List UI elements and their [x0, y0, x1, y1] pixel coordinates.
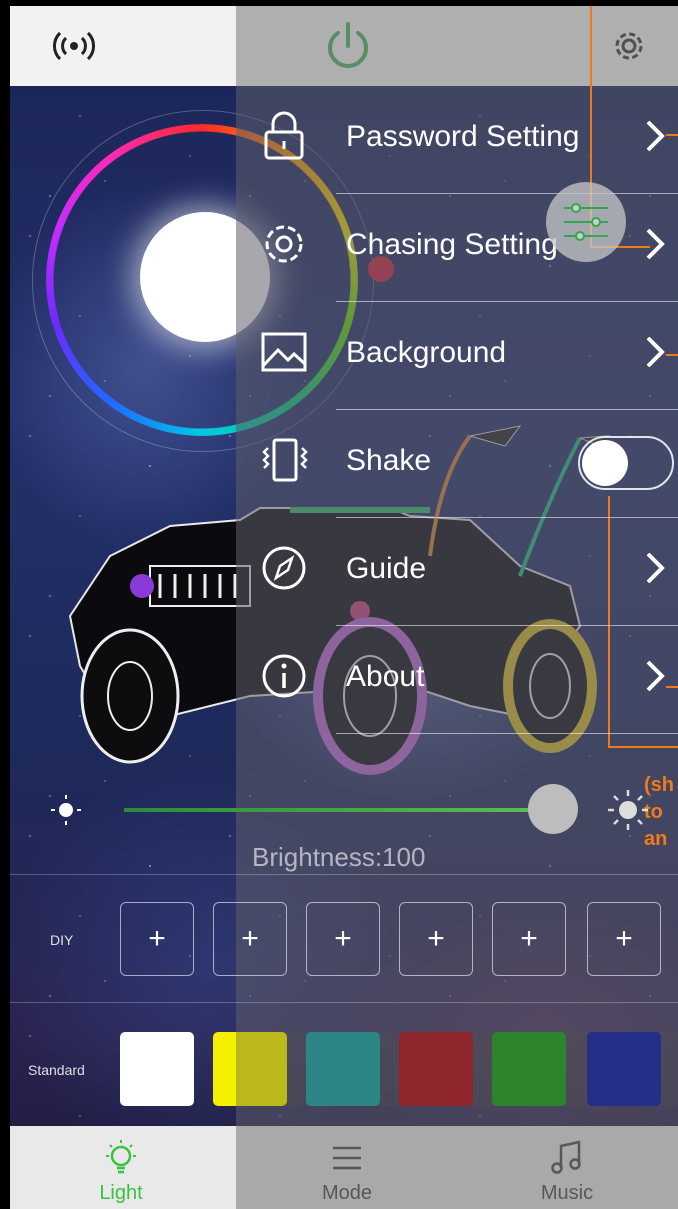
menu-divider — [336, 733, 678, 734]
color-swatch-green[interactable] — [492, 1032, 566, 1106]
app-screen: (sh to an Password Setting Chasing Setti… — [10, 6, 678, 1209]
divider — [10, 1002, 678, 1003]
annotation-line — [608, 746, 678, 748]
menu-item-about[interactable]: About — [236, 626, 678, 734]
diy-label: DIY — [50, 932, 74, 948]
chevron-right-icon — [646, 228, 665, 260]
info-icon — [262, 654, 306, 698]
diy-add-button[interactable]: + — [492, 902, 566, 976]
chasing-settings-floating-button[interactable] — [546, 182, 626, 262]
broadcast-icon[interactable] — [46, 22, 102, 70]
color-swatch-red[interactable] — [399, 1032, 473, 1106]
divider — [10, 874, 678, 875]
diy-add-button[interactable]: + — [120, 902, 194, 976]
menu-item-label: Password Setting — [346, 120, 580, 153]
lock-icon — [264, 111, 304, 160]
gear-icon — [265, 225, 303, 263]
menu-item-password-setting[interactable]: Password Setting — [236, 86, 678, 194]
tab-bar-dim — [236, 1126, 678, 1209]
menu-item-label: Guide — [346, 552, 427, 585]
brightness-label: Brightness:100 — [252, 842, 426, 872]
toggle-knob — [582, 440, 628, 486]
shake-phone-icon — [262, 438, 308, 482]
color-swatch-cyan[interactable] — [306, 1032, 380, 1106]
sliders-icon — [564, 203, 608, 241]
color-swatch-white[interactable] — [120, 1032, 194, 1106]
menu-item-label: Shake — [346, 444, 432, 477]
diy-add-button[interactable]: + — [587, 902, 661, 976]
color-swatch-yellow[interactable] — [213, 1032, 287, 1106]
shake-toggle[interactable] — [578, 436, 674, 490]
brightness-slider[interactable] — [124, 808, 544, 812]
menu-item-label: About — [346, 660, 425, 693]
chevron-right-icon — [646, 120, 665, 152]
diy-add-button[interactable]: + — [306, 902, 380, 976]
color-swatch-blue[interactable] — [587, 1032, 661, 1106]
image-icon — [261, 332, 307, 372]
compass-icon — [262, 546, 306, 590]
menu-item-shake: Shake — [236, 410, 678, 518]
bulb-icon — [106, 1140, 136, 1174]
diy-add-button[interactable]: + — [213, 902, 287, 976]
brightness-high-icon — [608, 790, 648, 830]
menu-item-background[interactable]: Background — [236, 302, 678, 410]
menu-item-guide[interactable]: Guide — [236, 518, 678, 626]
menu-item-label: Background — [346, 336, 507, 369]
menu-item-label: Chasing Setting — [346, 228, 558, 261]
diy-add-button[interactable]: + — [399, 902, 473, 976]
brightness-slider-thumb[interactable] — [528, 784, 578, 834]
tab-label: Light — [99, 1182, 143, 1204]
chevron-right-icon — [646, 660, 665, 692]
chevron-right-icon — [646, 336, 665, 368]
chevron-right-icon — [646, 552, 665, 584]
tab-light[interactable]: Light — [10, 1126, 232, 1209]
top-bar-dim — [236, 6, 678, 86]
standard-label: Standard — [28, 1062, 85, 1078]
brightness-low-icon — [51, 795, 81, 825]
